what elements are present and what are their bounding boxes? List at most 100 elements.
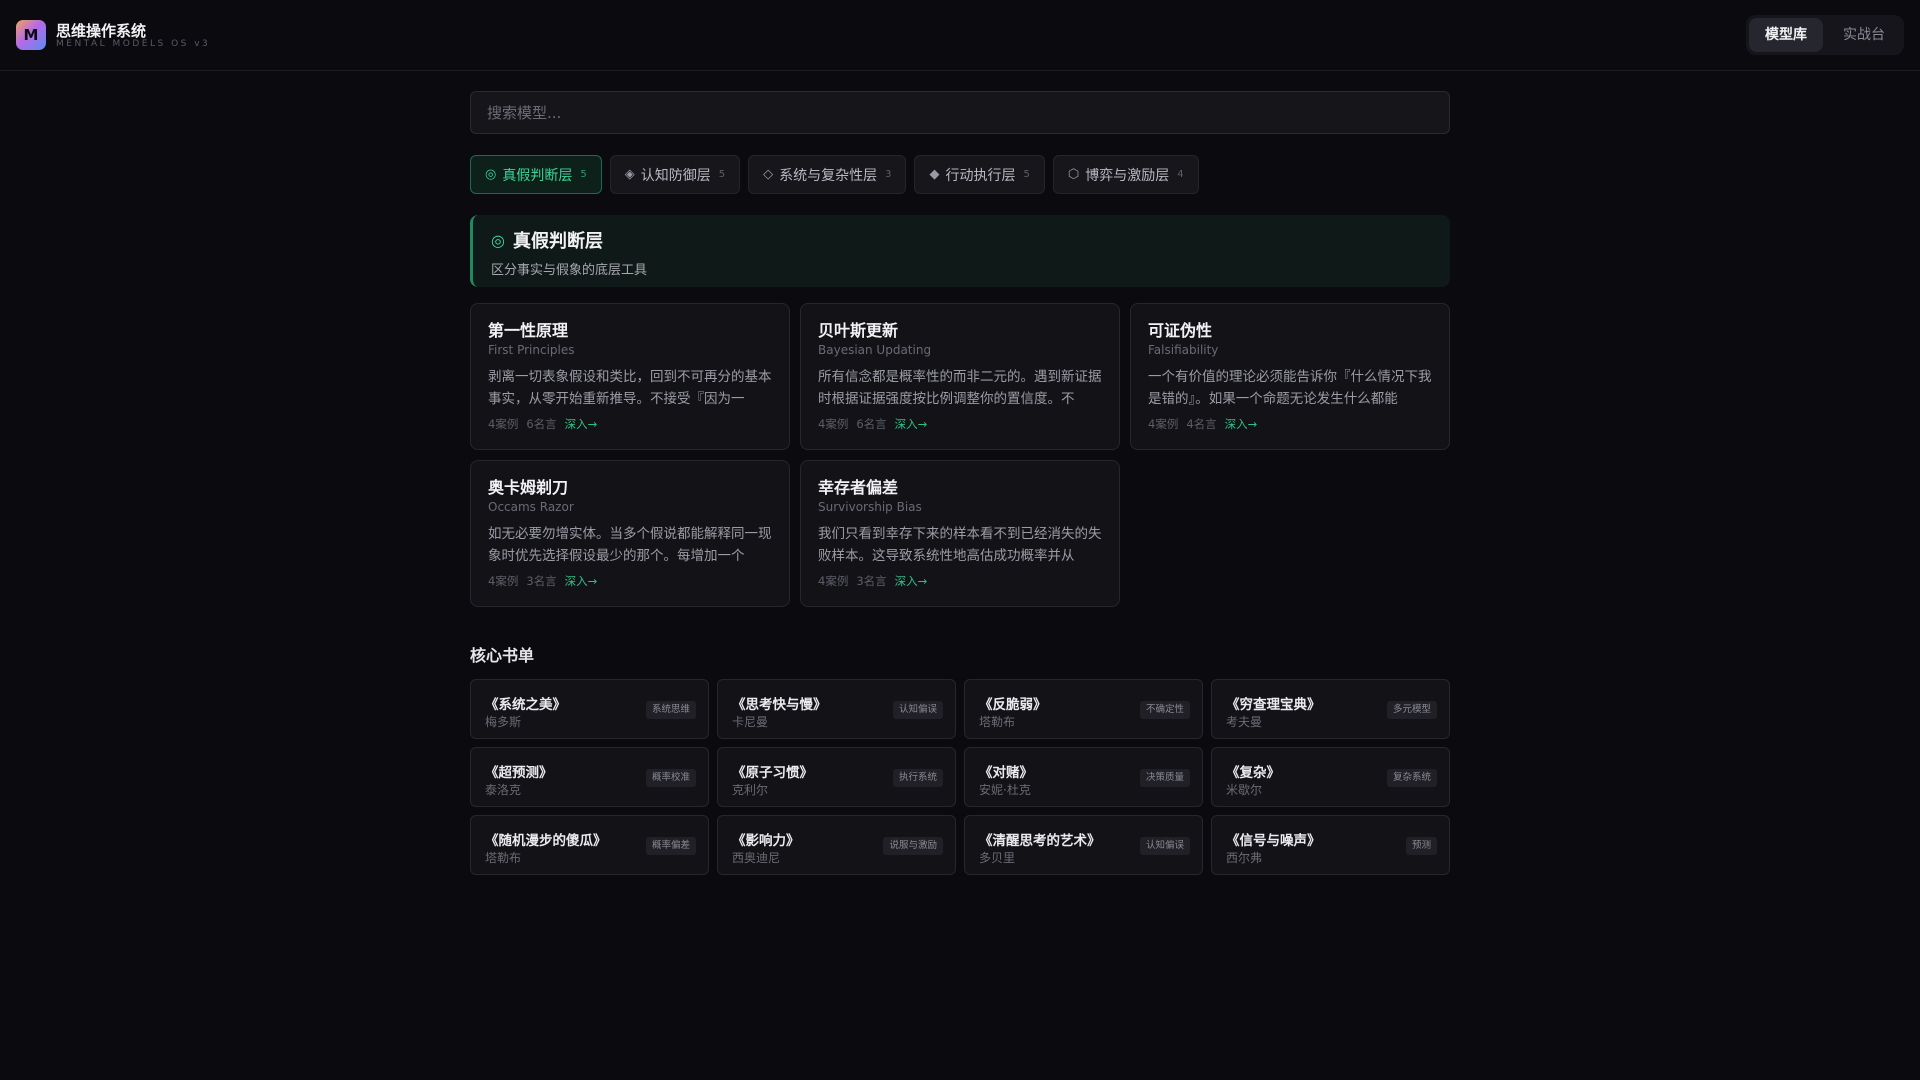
book-item[interactable]: 《清醒思考的艺术》 多贝里 认知偏误 — [964, 815, 1203, 875]
book-tag: 多元模型 — [1386, 701, 1437, 719]
tab-label: 行动执行层 — [945, 167, 1016, 184]
model-card-occams-razor[interactable]: 奥卡姆剃刀 Occams Razor 如无必要勿增实体。当多个假说都能解释同一现… — [470, 460, 790, 607]
book-item[interactable]: 《信号与噪声》 西尔弗 预测 — [1211, 815, 1450, 875]
model-title: 幸存者偏差 — [818, 478, 899, 497]
book-tag: 认知偏误 — [892, 701, 943, 719]
case-count: 4案例 — [818, 417, 849, 431]
nav-practice-desk[interactable]: 实战台 — [1827, 18, 1901, 52]
nav-model-library[interactable]: 模型库 — [1749, 18, 1823, 52]
book-item[interactable]: 《超预测》 泰洛克 概率校准 — [470, 747, 709, 807]
book-title: 《超预测》 — [485, 765, 553, 781]
book-item[interactable]: 《对赌》 安妮·杜克 决策质量 — [964, 747, 1203, 807]
model-meta: 4案例 3名言 深入→ — [488, 573, 772, 589]
search-input[interactable] — [470, 91, 1450, 134]
book-item[interactable]: 《思考快与慢》 卡尼曼 认知偏误 — [717, 679, 956, 739]
quote-count: 3名言 — [526, 574, 557, 588]
book-title: 《随机漫步的傻瓜》 — [485, 833, 607, 849]
tab-cognitive-defense[interactable]: ◈ 认知防御层 5 — [609, 155, 741, 194]
book-title: 《对赌》 — [979, 765, 1033, 781]
model-title: 贝叶斯更新 — [818, 321, 899, 340]
main-content: ◎ 真假判断层 5 ◈ 认知防御层 5 ◇ 系统与复杂性层 3 ◆ 行动执行层 … — [470, 91, 1450, 875]
book-author: 西尔弗 — [1226, 851, 1263, 865]
book-author: 考夫曼 — [1226, 715, 1263, 729]
model-english-name: Survivorship Bias — [818, 500, 922, 514]
model-card-survivorship-bias[interactable]: 幸存者偏差 Survivorship Bias 我们只看到幸存下来的样本看不到已… — [800, 460, 1120, 607]
model-title: 可证伪性 — [1148, 321, 1213, 340]
case-count: 4案例 — [1148, 417, 1179, 431]
tab-label: 认知防御层 — [640, 167, 711, 184]
book-item[interactable]: 《系统之美》 梅多斯 系统思维 — [470, 679, 709, 739]
model-card-bayesian-updating[interactable]: 贝叶斯更新 Bayesian Updating 所有信念都是概率性的而非二元的。… — [800, 303, 1120, 450]
book-list: 《系统之美》 梅多斯 系统思维 《思考快与慢》 卡尼曼 认知偏误 《反脆弱》 塔… — [470, 679, 1450, 875]
model-card-falsifiability[interactable]: 可证伪性 Falsifiability 一个有价值的理论必须能告诉你『什么情况下… — [1130, 303, 1450, 450]
model-description: 一个有价值的理论必须能告诉你『什么情况下我是错的』。如果一个命题无论发生什么都能 — [1148, 369, 1432, 407]
tab-truth-judgment[interactable]: ◎ 真假判断层 5 — [470, 155, 602, 194]
book-author: 塔勒布 — [485, 851, 522, 865]
tab-label: 博弈与激励层 — [1085, 167, 1170, 184]
diamond-outline-icon: ◇ — [763, 167, 774, 182]
tab-count: 4 — [1177, 169, 1184, 180]
case-count: 4案例 — [488, 574, 519, 588]
book-author: 克利尔 — [732, 783, 769, 797]
book-author: 安妮·杜克 — [979, 783, 1031, 797]
book-title: 《系统之美》 — [485, 697, 566, 713]
book-item[interactable]: 《影响力》 西奥迪尼 说服与激励 — [717, 815, 956, 875]
book-item[interactable]: 《穷查理宝典》 考夫曼 多元模型 — [1211, 679, 1450, 739]
tab-count: 5 — [718, 169, 726, 180]
quote-count: 4名言 — [1186, 417, 1217, 431]
app-logo-icon: M — [16, 20, 46, 50]
model-description: 我们只看到幸存下来的样本看不到已经消失的失败样本。这导致系统性地高估成功概率并从 — [818, 526, 1102, 564]
tab-action-execution[interactable]: ◆ 行动执行层 5 — [914, 155, 1045, 194]
main-nav: 模型库 实战台 — [1746, 15, 1904, 55]
deep-dive-link[interactable]: 深入→ — [1225, 416, 1258, 432]
model-english-name: First Principles — [488, 343, 575, 357]
book-title: 《原子习惯》 — [732, 765, 813, 781]
target-icon: ◎ — [491, 230, 505, 250]
book-tag: 不确定性 — [1139, 701, 1190, 719]
book-item[interactable]: 《复杂》 米歇尔 复杂系统 — [1211, 747, 1450, 807]
book-item[interactable]: 《原子习惯》 克利尔 执行系统 — [717, 747, 956, 807]
hexagon-icon: ⬡ — [1067, 167, 1080, 182]
book-tag: 系统思维 — [645, 701, 696, 719]
layer-title: 真假判断层 — [512, 231, 603, 252]
tab-label: 真假判断层 — [502, 167, 573, 184]
model-title: 奥卡姆剃刀 — [488, 478, 569, 497]
app-title: 思维操作系统 — [56, 22, 147, 40]
deep-dive-link[interactable]: 深入→ — [565, 416, 598, 432]
deep-dive-link[interactable]: 深入→ — [895, 416, 928, 432]
model-card-first-principles[interactable]: 第一性原理 First Principles 剥离一切表象假设和类比，回到不可再… — [470, 303, 790, 450]
quote-count: 3名言 — [856, 574, 887, 588]
book-item[interactable]: 《反脆弱》 塔勒布 不确定性 — [964, 679, 1203, 739]
book-tag: 认知偏误 — [1139, 837, 1190, 855]
tab-systems-complexity[interactable]: ◇ 系统与复杂性层 3 — [748, 155, 907, 194]
book-author: 西奥迪尼 — [732, 851, 781, 865]
layer-header: ◎ 真假判断层 区分事实与假象的底层工具 — [470, 215, 1450, 287]
book-title: 《复杂》 — [1226, 765, 1280, 781]
deep-dive-link[interactable]: 深入→ — [895, 573, 928, 589]
tab-game-incentive[interactable]: ⬡ 博弈与激励层 4 — [1052, 155, 1199, 194]
deep-dive-link[interactable]: 深入→ — [565, 573, 598, 589]
book-tag: 执行系统 — [892, 769, 943, 787]
book-author: 泰洛克 — [485, 783, 522, 797]
book-title: 《影响力》 — [732, 833, 800, 849]
model-description: 如无必要勿增实体。当多个假说都能解释同一现象时优先选择假设最少的那个。每增加一个 — [488, 526, 772, 564]
book-item[interactable]: 《随机漫步的傻瓜》 塔勒布 概率偏差 — [470, 815, 709, 875]
quote-count: 6名言 — [856, 417, 887, 431]
book-tag: 说服与激励 — [883, 837, 943, 855]
book-tag: 概率校准 — [645, 769, 696, 787]
book-title: 《反脆弱》 — [979, 697, 1047, 713]
book-title: 《清醒思考的艺术》 — [979, 833, 1101, 849]
model-meta: 4案例 6名言 深入→ — [488, 416, 772, 432]
tab-count: 5 — [580, 169, 587, 180]
book-author: 米歇尔 — [1226, 783, 1263, 797]
tab-count: 3 — [885, 169, 892, 180]
book-title: 《穷查理宝典》 — [1226, 697, 1321, 713]
books-section-title: 核心书单 — [470, 646, 535, 665]
diamond-dot-icon: ◈ — [624, 167, 635, 182]
tab-label: 系统与复杂性层 — [779, 167, 878, 184]
book-tag: 决策质量 — [1139, 769, 1190, 787]
target-icon: ◎ — [485, 167, 497, 182]
book-title: 《信号与噪声》 — [1226, 833, 1321, 849]
top-bar: M 思维操作系统 MENTAL MODELS OS v3 模型库 实战台 — [0, 0, 1920, 71]
model-grid: 第一性原理 First Principles 剥离一切表象假设和类比，回到不可再… — [470, 303, 1450, 607]
